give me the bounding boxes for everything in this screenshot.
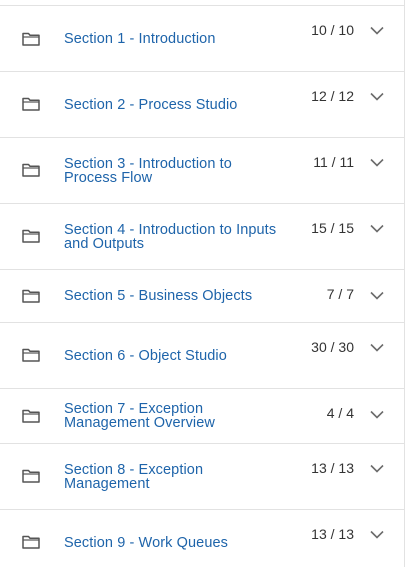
section-row[interactable]: Section 3 - Introduction to Process Flow… — [0, 138, 404, 204]
section-progress-count: 10 / 10 — [311, 22, 354, 38]
folder-icon — [22, 229, 40, 243]
course-sections-list: Section 1 - Introduction 10 / 10 Section… — [0, 0, 405, 567]
section-progress-count: 30 / 30 — [311, 339, 354, 355]
section-progress-count: 4 / 4 — [326, 405, 354, 421]
section-title[interactable]: Section 9 - Work Queues — [64, 536, 304, 551]
section-title[interactable]: Section 2 - Process Studio — [64, 98, 304, 113]
section-title[interactable]: Section 5 - Business Objects — [64, 289, 304, 304]
folder-icon — [22, 469, 40, 483]
section-progress-count: 13 / 13 — [311, 526, 354, 542]
section-row[interactable]: Section 7 - Exception Management Overvie… — [0, 389, 404, 444]
folder-icon — [22, 348, 40, 362]
section-row[interactable]: Section 8 - Exception Management 13 / 13 — [0, 444, 404, 510]
chevron-down-icon[interactable] — [370, 26, 384, 35]
section-progress-count: 15 / 15 — [311, 220, 354, 236]
folder-icon — [22, 289, 40, 303]
chevron-down-icon[interactable] — [370, 158, 384, 167]
section-row[interactable]: Section 5 - Business Objects 7 / 7 — [0, 270, 404, 323]
chevron-down-icon[interactable] — [370, 291, 384, 300]
folder-icon — [22, 163, 40, 177]
folder-icon — [22, 97, 40, 111]
section-progress-count: 13 / 13 — [311, 460, 354, 476]
section-title[interactable]: Section 1 - Introduction — [64, 32, 304, 47]
chevron-down-icon[interactable] — [370, 530, 384, 539]
chevron-down-icon[interactable] — [370, 464, 384, 473]
chevron-down-icon[interactable] — [370, 224, 384, 233]
section-row[interactable]: Section 1 - Introduction 10 / 10 — [0, 6, 404, 72]
section-title[interactable]: Section 3 - Introduction to Process Flow — [64, 157, 264, 186]
section-progress-count: 11 / 11 — [313, 154, 354, 170]
chevron-down-icon[interactable] — [370, 410, 384, 419]
section-title[interactable]: Section 4 - Introduction to Inputs and O… — [64, 223, 304, 252]
chevron-down-icon[interactable] — [370, 92, 384, 101]
folder-icon — [22, 535, 40, 549]
section-progress-count: 7 / 7 — [326, 286, 354, 302]
section-title[interactable]: Section 6 - Object Studio — [64, 349, 304, 364]
section-row[interactable]: Section 4 - Introduction to Inputs and O… — [0, 204, 404, 270]
section-progress-count: 12 / 12 — [311, 88, 354, 104]
section-row[interactable]: Section 9 - Work Queues 13 / 13 — [0, 510, 404, 570]
folder-icon — [22, 32, 40, 46]
chevron-down-icon[interactable] — [370, 343, 384, 352]
section-row[interactable]: Section 6 - Object Studio 30 / 30 — [0, 323, 404, 389]
folder-icon — [22, 409, 40, 423]
section-row[interactable]: Section 2 - Process Studio 12 / 12 — [0, 72, 404, 138]
section-title[interactable]: Section 8 - Exception Management — [64, 463, 264, 492]
section-title[interactable]: Section 7 - Exception Management Overvie… — [64, 402, 264, 431]
